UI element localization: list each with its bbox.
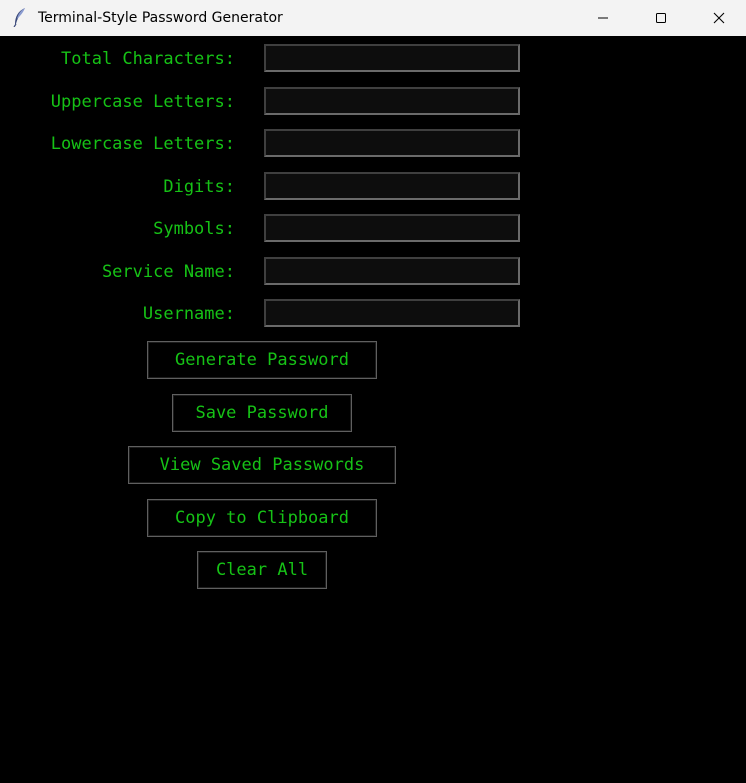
minimize-button[interactable] xyxy=(574,0,632,36)
maximize-button[interactable] xyxy=(632,0,690,36)
service-name-field[interactable] xyxy=(264,257,520,285)
symbols-field[interactable] xyxy=(264,214,520,242)
digits-label: Digits: xyxy=(163,177,235,197)
title-bar[interactable]: Terminal-Style Password Generator xyxy=(0,0,746,36)
view-saved-passwords-button[interactable]: View Saved Passwords xyxy=(128,446,396,484)
save-password-button[interactable]: Save Password xyxy=(172,394,352,432)
lowercase-letters-label: Lowercase Letters: xyxy=(50,134,235,154)
clear-all-button[interactable]: Clear All xyxy=(197,551,327,589)
digits-field[interactable] xyxy=(264,172,520,200)
copy-to-clipboard-button[interactable]: Copy to Clipboard xyxy=(147,499,377,537)
username-label: Username: xyxy=(142,304,235,324)
app-window: Terminal-Style Password Generator Total … xyxy=(0,0,746,783)
username-field[interactable] xyxy=(264,299,520,327)
uppercase-letters-label: Uppercase Letters: xyxy=(50,92,235,112)
uppercase-letters-field[interactable] xyxy=(264,87,520,115)
lowercase-letters-field[interactable] xyxy=(264,129,520,157)
generate-password-button[interactable]: Generate Password xyxy=(147,341,377,379)
minimize-icon xyxy=(597,12,609,24)
close-button[interactable] xyxy=(690,0,746,36)
feather-icon xyxy=(12,7,28,28)
total-characters-field[interactable] xyxy=(264,44,520,72)
symbols-label: Symbols: xyxy=(153,219,235,239)
close-icon xyxy=(713,12,725,24)
maximize-icon xyxy=(655,12,667,24)
window-title: Terminal-Style Password Generator xyxy=(38,10,283,26)
total-characters-label: Total Characters: xyxy=(61,49,235,69)
service-name-label: Service Name: xyxy=(101,262,235,282)
main-content: Total Characters: Uppercase Letters: Low… xyxy=(0,36,746,783)
